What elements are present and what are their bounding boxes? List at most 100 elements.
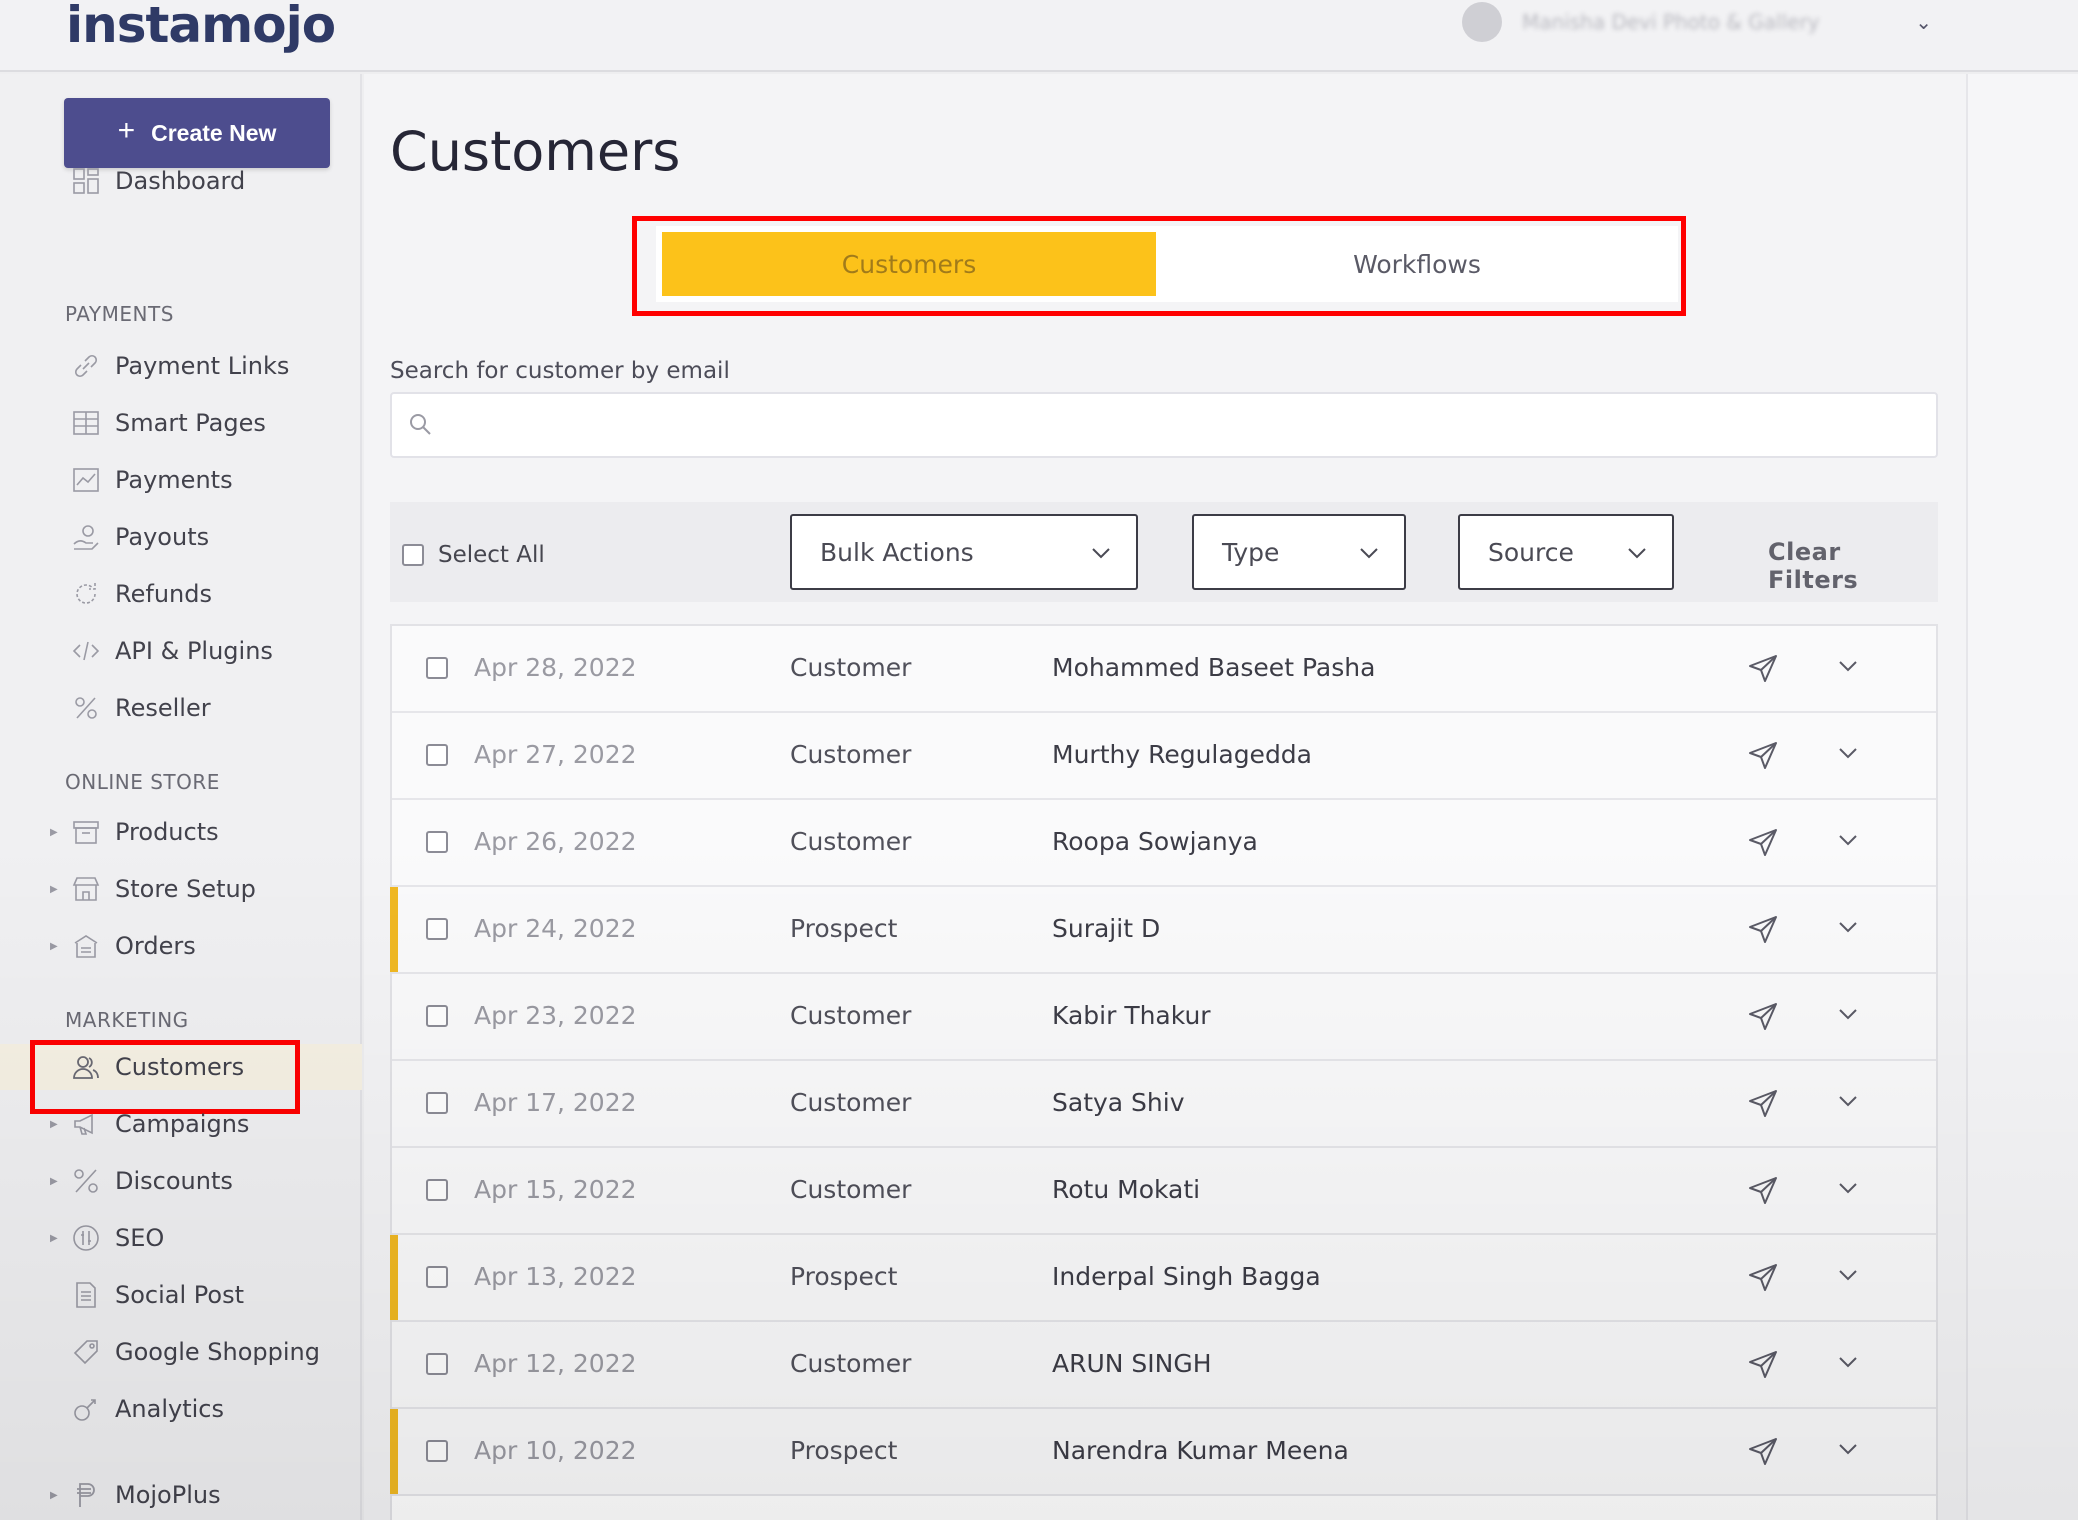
- row-customer-name[interactable]: Mohammed Baseet Pasha: [1052, 653, 1375, 682]
- chevron-down-icon[interactable]: [1836, 654, 1860, 678]
- sidebar-item-api-plugins[interactable]: API & Plugins: [0, 628, 362, 674]
- sidebar-item-social-post[interactable]: Social Post: [0, 1272, 362, 1318]
- chevron-down-icon: [1360, 548, 1378, 559]
- table-row[interactable]: Apr 24, 2022 Prospect Surajit D: [390, 887, 1936, 974]
- sidebar-item-campaigns[interactable]: ▶ Campaigns: [0, 1101, 362, 1147]
- chevron-down-icon: [1628, 548, 1646, 559]
- row-customer-name[interactable]: Murthy Regulagedda: [1052, 740, 1312, 769]
- caret-right-icon[interactable]: ▶: [50, 1490, 58, 1501]
- chevron-down-icon[interactable]: [1836, 1002, 1860, 1026]
- chevron-down-icon[interactable]: [1836, 1350, 1860, 1374]
- search-input[interactable]: [446, 404, 1916, 448]
- send-icon[interactable]: [1746, 913, 1780, 947]
- row-checkbox[interactable]: [426, 1092, 448, 1114]
- row-checkbox[interactable]: [426, 744, 448, 766]
- row-customer-name[interactable]: Narendra Kumar Meena: [1052, 1436, 1349, 1465]
- sidebar-item-payouts[interactable]: Payouts: [0, 514, 362, 560]
- sidebar-item-discounts[interactable]: ▶ Discounts: [0, 1158, 362, 1204]
- chevron-down-icon[interactable]: [1836, 1176, 1860, 1200]
- instamojo-logo[interactable]: instamojo: [66, 0, 336, 54]
- row-checkbox[interactable]: [426, 1266, 448, 1288]
- section-marketing: MARKETING: [65, 1008, 189, 1032]
- chevron-down-icon[interactable]: [1836, 741, 1860, 765]
- send-icon[interactable]: [1746, 652, 1780, 686]
- caret-right-icon[interactable]: ▶: [50, 941, 58, 952]
- sidebar-item-label: Dashboard: [115, 167, 246, 195]
- row-customer-name[interactable]: Surajit D: [1052, 914, 1160, 943]
- section-payments: PAYMENTS: [65, 302, 174, 326]
- sidebar-item-mojoplus[interactable]: ▶ MojoPlus: [0, 1472, 362, 1518]
- chevron-down-icon[interactable]: [1836, 1263, 1860, 1287]
- sidebar-item-label: Social Post: [115, 1281, 244, 1309]
- sidebar-item-smart-pages[interactable]: Smart Pages: [0, 400, 362, 446]
- chevron-down-icon[interactable]: [1836, 1089, 1860, 1113]
- table-row[interactable]: Apr 10, 2022 Prospect Narendra Kumar Meena: [390, 1409, 1936, 1496]
- row-customer-name[interactable]: Rotu Mokati: [1052, 1175, 1200, 1204]
- source-label: Source: [1488, 537, 1574, 567]
- send-icon[interactable]: [1746, 1261, 1780, 1295]
- send-icon[interactable]: [1746, 739, 1780, 773]
- row-checkbox[interactable]: [426, 1179, 448, 1201]
- row-customer-name[interactable]: Roopa Sowjanya: [1052, 827, 1258, 856]
- send-icon[interactable]: [1746, 1087, 1780, 1121]
- table-row[interactable]: Apr 13, 2022 Prospect Inderpal Singh Bagga: [390, 1235, 1936, 1322]
- sidebar-item-label: MojoPlus: [115, 1481, 221, 1509]
- sidebar-item-analytics[interactable]: Analytics: [0, 1386, 362, 1432]
- caret-right-icon[interactable]: ▶: [50, 884, 58, 895]
- chevron-down-icon[interactable]: [1836, 1437, 1860, 1461]
- send-icon[interactable]: [1746, 826, 1780, 860]
- caret-right-icon[interactable]: ▶: [50, 1233, 58, 1244]
- row-customer-name[interactable]: Satya Shiv: [1052, 1088, 1185, 1117]
- table-row[interactable]: Apr 28, 2022 Customer Mohammed Baseet Pash…: [392, 626, 1936, 713]
- table-row[interactable]: Apr 12, 2022 Customer ARUN SINGH: [392, 1322, 1936, 1409]
- sidebar-item-reseller[interactable]: Reseller: [0, 685, 362, 731]
- select-all-checkbox[interactable]: [402, 544, 424, 566]
- row-type: Prospect: [790, 1262, 898, 1291]
- sidebar-item-store-setup[interactable]: ▶ Store Setup: [0, 866, 362, 912]
- sidebar-item-google-shopping[interactable]: Google Shopping: [0, 1329, 362, 1375]
- row-type: Prospect: [790, 914, 898, 943]
- row-checkbox[interactable]: [426, 918, 448, 940]
- send-icon[interactable]: [1746, 1000, 1780, 1034]
- caret-right-icon[interactable]: ▶: [50, 1176, 58, 1187]
- caret-right-icon[interactable]: ▶: [50, 827, 58, 838]
- source-dropdown[interactable]: Source: [1458, 514, 1674, 590]
- sidebar-item-label: Refunds: [115, 580, 212, 608]
- select-all[interactable]: Select All: [402, 542, 545, 568]
- send-icon[interactable]: [1746, 1174, 1780, 1208]
- account-menu[interactable]: Manisha Devi Photo & Gallery ⌄: [1462, 0, 1932, 44]
- sidebar-item-label: Google Shopping: [115, 1338, 320, 1366]
- clear-filters-button[interactable]: Clear Filters: [1768, 538, 1938, 594]
- row-customer-name[interactable]: ARUN SINGH: [1052, 1349, 1212, 1378]
- sidebar-item-products[interactable]: ▶ Products: [0, 809, 362, 855]
- row-checkbox[interactable]: [426, 1005, 448, 1027]
- bulk-actions-dropdown[interactable]: Bulk Actions: [790, 514, 1138, 590]
- sidebar-item-refunds[interactable]: Refunds: [0, 571, 362, 617]
- chevron-down-icon[interactable]: [1836, 915, 1860, 939]
- table-row[interactable]: Apr 26, 2022 Customer Roopa Sowjanya: [392, 800, 1936, 887]
- table-row[interactable]: Apr 17, 2022 Customer Satya Shiv: [392, 1061, 1936, 1148]
- row-customer-name[interactable]: Inderpal Singh Bagga: [1052, 1262, 1321, 1291]
- send-icon[interactable]: [1746, 1348, 1780, 1382]
- table-row[interactable]: Apr 27, 2022 Customer Murthy Regulagedda: [392, 713, 1936, 800]
- sidebar-item-seo[interactable]: ▶ SEO: [0, 1215, 362, 1261]
- sidebar-item-label: Smart Pages: [115, 409, 266, 437]
- send-icon[interactable]: [1746, 1435, 1780, 1469]
- sidebar-item-orders[interactable]: ▶ Orders: [0, 923, 362, 969]
- row-checkbox[interactable]: [426, 1353, 448, 1375]
- table-row[interactable]: Apr 23, 2022 Customer Kabir Thakur: [392, 974, 1936, 1061]
- sidebar-item-payment-links[interactable]: Payment Links: [0, 343, 362, 389]
- type-dropdown[interactable]: Type: [1192, 514, 1406, 590]
- chevron-down-icon[interactable]: [1836, 828, 1860, 852]
- sidebar-item-payments[interactable]: Payments: [0, 457, 362, 503]
- megaphone-icon: [70, 1108, 102, 1140]
- row-checkbox[interactable]: [426, 831, 448, 853]
- chevron-down-icon[interactable]: ⌄: [1915, 10, 1932, 34]
- sidebar-item-dashboard[interactable]: Dashboard: [0, 158, 362, 204]
- table-row[interactable]: Apr 15, 2022 Customer Rotu Mokati: [392, 1148, 1936, 1235]
- row-checkbox[interactable]: [426, 657, 448, 679]
- row-checkbox[interactable]: [426, 1440, 448, 1462]
- row-customer-name[interactable]: Kabir Thakur: [1052, 1001, 1211, 1030]
- caret-right-icon[interactable]: ▶: [50, 1119, 58, 1130]
- page-layout-icon: [70, 407, 102, 439]
